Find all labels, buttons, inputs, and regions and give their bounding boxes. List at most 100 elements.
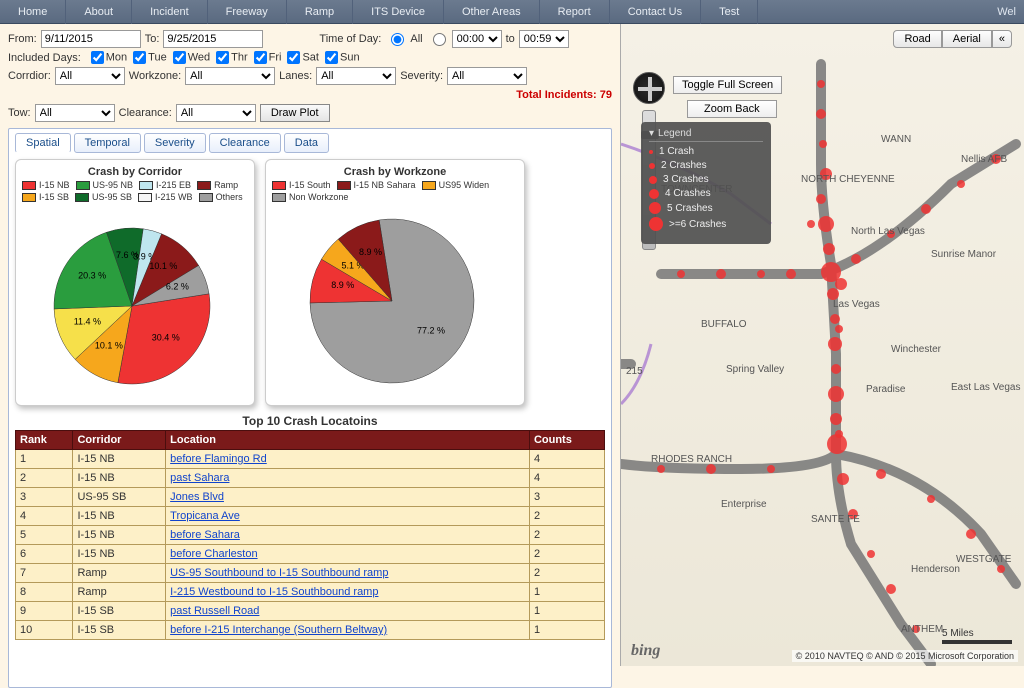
- map-legend-item: 1 Crash: [649, 146, 763, 157]
- map-place-label: Enterprise: [721, 499, 767, 510]
- tod-end-select[interactable]: 00:59: [519, 30, 569, 48]
- legend-collapse-icon[interactable]: ▾: [649, 128, 654, 139]
- corridor-select[interactable]: All: [55, 67, 125, 85]
- day-mon-checkbox[interactable]: [91, 51, 104, 64]
- tow-select[interactable]: All: [35, 104, 115, 122]
- location-link[interactable]: Jones Blvd: [170, 491, 224, 503]
- tab-data[interactable]: Data: [284, 133, 329, 153]
- from-date-input[interactable]: [41, 30, 141, 48]
- day-thr-checkbox[interactable]: [216, 51, 229, 64]
- map-aerial-button[interactable]: Aerial: [942, 30, 992, 48]
- svg-text:20.3 %: 20.3 %: [78, 271, 106, 281]
- tod-start-select[interactable]: 00:00: [452, 30, 502, 48]
- clearance-label: Clearance:: [119, 107, 172, 119]
- nav-other-areas[interactable]: Other Areas: [444, 0, 540, 24]
- map-roads: [621, 24, 1024, 666]
- chart-workzone-title: Crash by Workzone: [272, 166, 518, 178]
- nav-freeway[interactable]: Freeway: [208, 0, 287, 24]
- corridor-label: Corrdior:: [8, 70, 51, 82]
- nav-about[interactable]: About: [66, 0, 132, 24]
- day-wed-label: Wed: [188, 51, 210, 63]
- map-panel[interactable]: Road Aerial « Toggle Full Screen Zoom Ba…: [620, 24, 1024, 666]
- day-wed-checkbox[interactable]: [173, 51, 186, 64]
- location-link[interactable]: I-215 Westbound to I-15 Southbound ramp: [170, 586, 378, 598]
- lanes-select[interactable]: All: [316, 67, 396, 85]
- nav-right-text: Wel: [997, 6, 1024, 18]
- compass-icon[interactable]: [633, 72, 665, 104]
- table-row: 9I-15 SBpast Russell Road1: [16, 602, 605, 621]
- map-collapse-button[interactable]: «: [992, 30, 1012, 48]
- nav-its-device[interactable]: ITS Device: [353, 0, 444, 24]
- map-place-label: Spring Valley: [726, 364, 784, 375]
- location-link[interactable]: before Flamingo Rd: [170, 453, 267, 465]
- legend-item: I-15 South: [272, 180, 331, 190]
- nav-contact-us[interactable]: Contact Us: [610, 0, 701, 24]
- location-link[interactable]: past Russell Road: [170, 605, 259, 617]
- legend-item: US95 Widen: [422, 180, 490, 190]
- pie-corridor: 30.4 %10.1 %11.4 %20.3 %7.6 %3.9 %10.1 %…: [22, 206, 242, 396]
- top-nav: HomeAboutIncidentFreewayRampITS DeviceOt…: [0, 0, 1024, 24]
- location-link[interactable]: before Sahara: [170, 529, 240, 541]
- svg-text:11.4 %: 11.4 %: [74, 317, 101, 327]
- legend-item: I-215 WB: [138, 192, 193, 202]
- table-row: 10I-15 SBbefore I-215 Interchange (South…: [16, 621, 605, 640]
- svg-text:77.2 %: 77.2 %: [417, 326, 445, 336]
- location-link[interactable]: US-95 Southbound to I-15 Southbound ramp: [170, 567, 388, 579]
- day-sat-label: Sat: [302, 51, 319, 63]
- lanes-label: Lanes:: [279, 70, 312, 82]
- day-fri-checkbox[interactable]: [254, 51, 267, 64]
- map-legend-title: Legend: [658, 128, 691, 139]
- legend-item: Non Workzone: [272, 192, 348, 202]
- map-legend-item: 2 Crashes: [649, 160, 763, 171]
- nav-home[interactable]: Home: [0, 0, 66, 24]
- nav-ramp[interactable]: Ramp: [287, 0, 353, 24]
- svg-text:6.2 %: 6.2 %: [166, 281, 189, 291]
- tab-temporal[interactable]: Temporal: [74, 133, 141, 153]
- toggle-fullscreen-button[interactable]: Toggle Full Screen: [673, 76, 782, 94]
- location-link[interactable]: past Sahara: [170, 472, 229, 484]
- day-sun-checkbox[interactable]: [325, 51, 338, 64]
- map-type-toolbar: Road Aerial «: [893, 30, 1012, 48]
- map-place-label: BUFFALO: [701, 319, 747, 330]
- workzone-label: Workzone:: [129, 70, 181, 82]
- tab-spatial[interactable]: Spatial: [15, 133, 71, 153]
- included-days-label: Included Days:: [8, 52, 81, 64]
- map-scale: 5 Miles: [942, 628, 1012, 644]
- location-link[interactable]: Tropicana Ave: [170, 510, 240, 522]
- severity-select[interactable]: All: [447, 67, 527, 85]
- zoom-back-button[interactable]: Zoom Back: [687, 100, 777, 118]
- nav-incident[interactable]: Incident: [132, 0, 208, 24]
- map-legend-item: 3 Crashes: [649, 174, 763, 185]
- draw-plot-button[interactable]: Draw Plot: [260, 104, 330, 122]
- chart-corridor: Crash by Corridor I-15 NBUS-95 NBI-215 E…: [15, 159, 255, 406]
- total-incidents: Total Incidents: 79: [516, 89, 612, 101]
- map-place-label: North Las Vegas: [851, 226, 925, 237]
- map-place-label: Sunrise Manor: [931, 249, 996, 260]
- location-link[interactable]: before I-215 Interchange (Southern Beltw…: [170, 624, 387, 636]
- location-link[interactable]: before Charleston: [170, 548, 257, 560]
- map-place-label: 215: [626, 366, 643, 377]
- tod-range-radio[interactable]: [433, 33, 446, 46]
- map-road-button[interactable]: Road: [893, 30, 941, 48]
- tab-severity[interactable]: Severity: [144, 133, 206, 153]
- legend-item: I-215 EB: [139, 180, 191, 190]
- map-place-label: SANTE FE: [811, 514, 860, 525]
- clearance-select[interactable]: All: [176, 104, 256, 122]
- tod-all-radio[interactable]: [391, 33, 404, 46]
- to-date-input[interactable]: [163, 30, 263, 48]
- tab-clearance[interactable]: Clearance: [209, 133, 281, 153]
- workzone-select[interactable]: All: [185, 67, 275, 85]
- col-rank: Rank: [16, 431, 73, 450]
- from-label: From:: [8, 33, 37, 45]
- day-mon-label: Mon: [106, 51, 127, 63]
- day-sat-checkbox[interactable]: [287, 51, 300, 64]
- svg-text:8.9 %: 8.9 %: [359, 247, 382, 257]
- bing-logo: bing: [631, 642, 660, 660]
- svg-text:10.1 %: 10.1 %: [149, 261, 177, 271]
- tow-label: Tow:: [8, 107, 31, 119]
- day-tue-checkbox[interactable]: [133, 51, 146, 64]
- table-row: 8RampI-215 Westbound to I-15 Southbound …: [16, 583, 605, 602]
- nav-test[interactable]: Test: [701, 0, 758, 24]
- legend-item: I-15 NB: [22, 180, 70, 190]
- nav-report[interactable]: Report: [540, 0, 610, 24]
